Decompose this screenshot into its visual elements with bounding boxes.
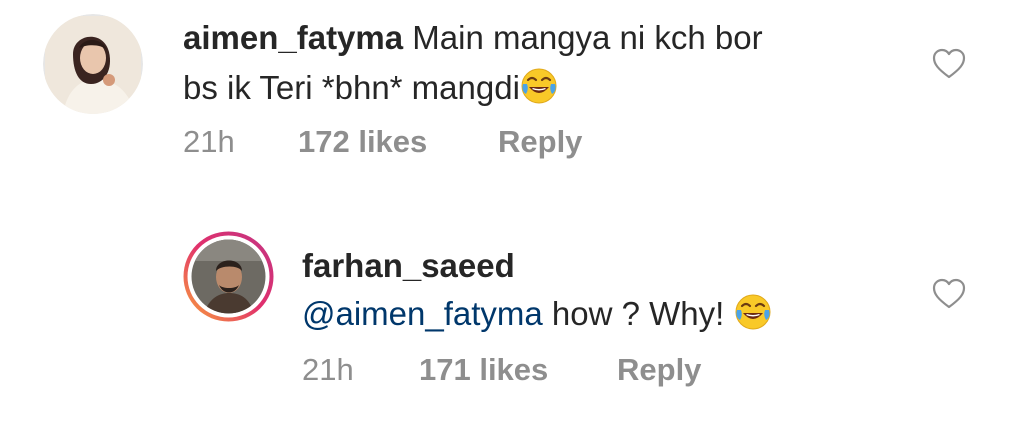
timestamp: 21h bbox=[183, 124, 235, 159]
avatar-image bbox=[183, 231, 274, 322]
comment-meta: 21h 172 likes Reply bbox=[183, 124, 582, 160]
username[interactable]: farhan_saeed bbox=[302, 247, 515, 284]
username[interactable]: aimen_fatyma bbox=[183, 19, 403, 56]
face-with-tears-of-joy-icon bbox=[734, 293, 772, 344]
avatar[interactable] bbox=[183, 231, 274, 322]
reply-button[interactable]: Reply bbox=[617, 352, 701, 388]
face-with-tears-of-joy-icon bbox=[520, 67, 558, 118]
comment-meta: 21h 171 likes Reply bbox=[302, 352, 701, 388]
comment-text-line-1: aimen_fatyma Main mangya ni kch bor bbox=[183, 14, 763, 62]
mention-link[interactable]: @aimen_fatyma bbox=[302, 295, 543, 332]
avatar[interactable] bbox=[43, 14, 143, 114]
comment-text: how ? Why! bbox=[542, 295, 734, 332]
comment-text-line-2: @aimen_fatyma how ? Why! bbox=[302, 290, 772, 344]
reply-button[interactable]: Reply bbox=[498, 124, 582, 160]
comment-text-line-2: bs ik Teri *bhn* mangdi bbox=[183, 64, 558, 118]
likes-count[interactable]: 171 likes bbox=[419, 352, 617, 388]
avatar-image bbox=[43, 14, 143, 114]
comment-text-line-1: farhan_saeed bbox=[302, 242, 515, 290]
comment-text: bs ik Teri *bhn* mangdi bbox=[183, 69, 520, 106]
heart-outline-icon[interactable] bbox=[932, 278, 966, 315]
comment-text: Main mangya ni kch bor bbox=[412, 19, 763, 56]
heart-outline-icon[interactable] bbox=[932, 48, 966, 85]
likes-count[interactable]: 172 likes bbox=[298, 124, 498, 160]
timestamp: 21h bbox=[302, 352, 354, 387]
